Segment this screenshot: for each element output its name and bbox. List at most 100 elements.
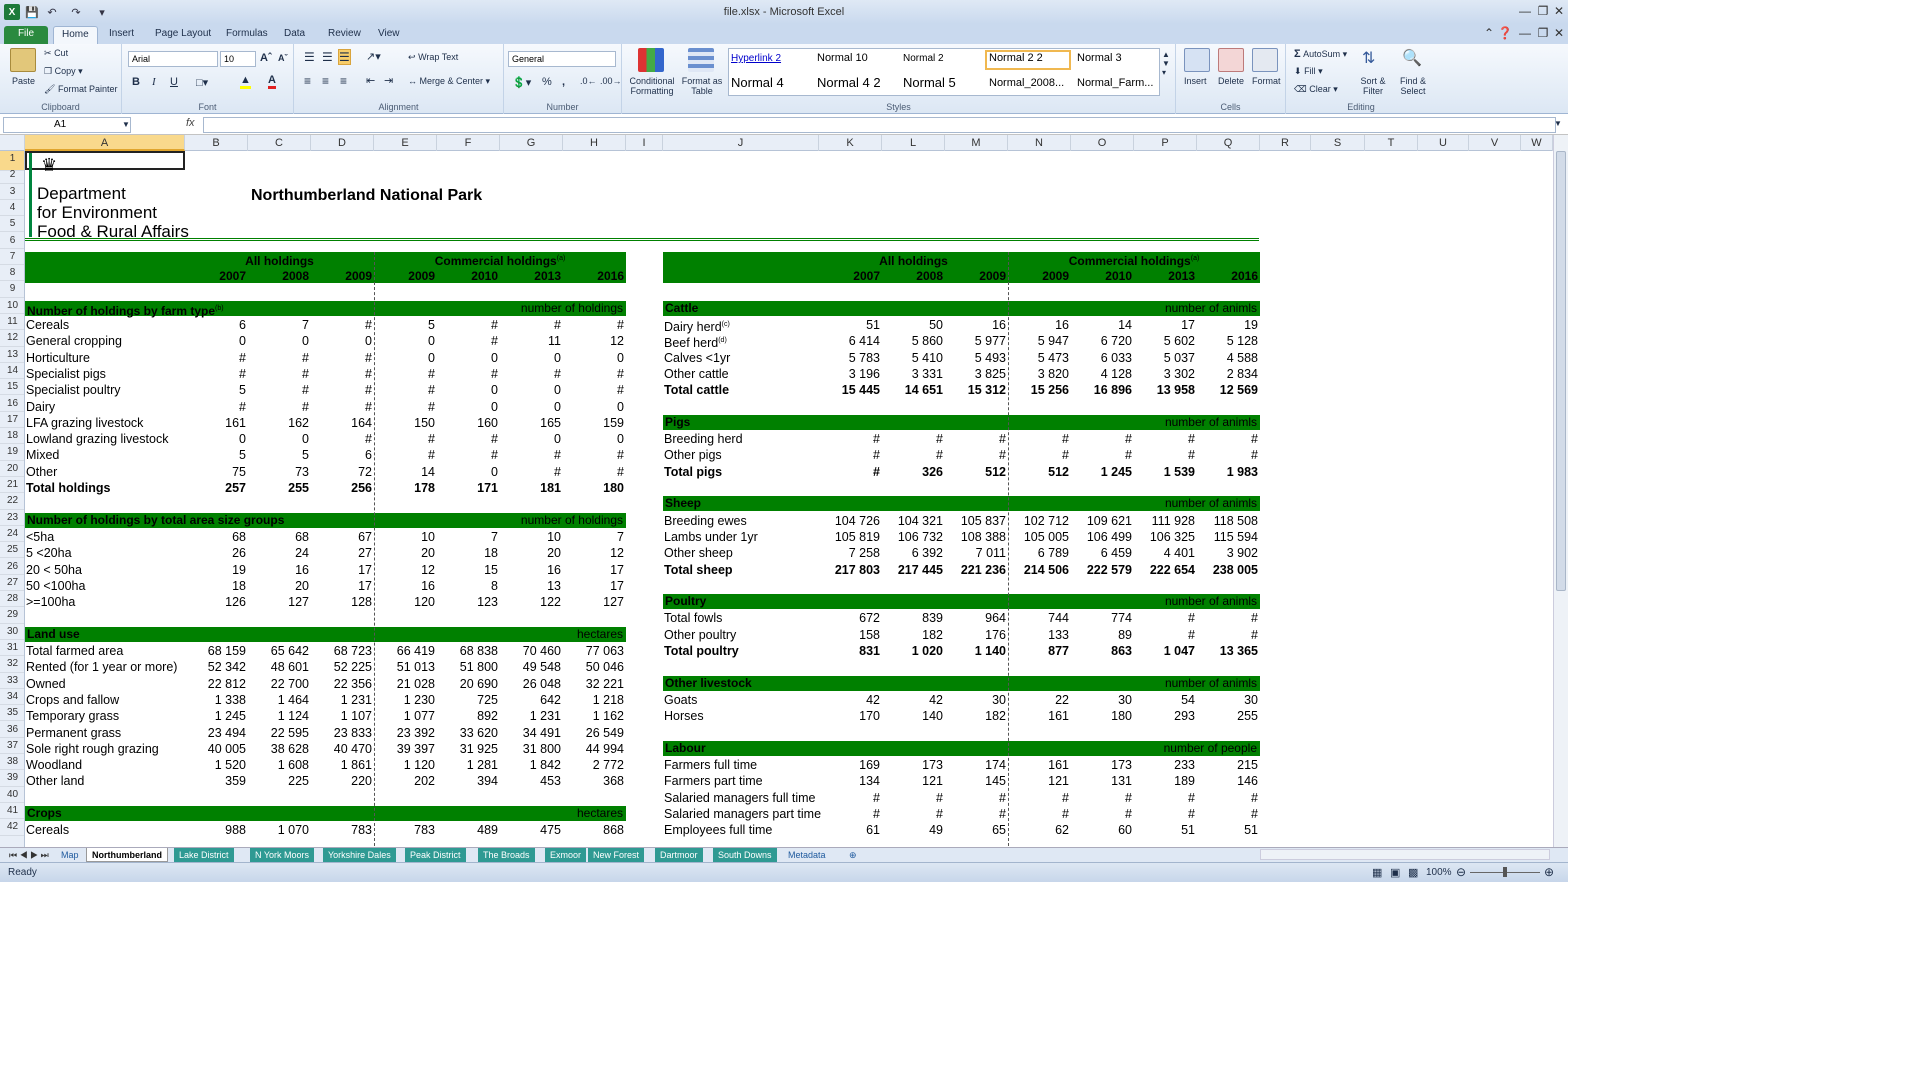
column-header-e[interactable]: E xyxy=(374,135,437,151)
zoom-in-icon[interactable]: ⊕ xyxy=(1544,865,1554,879)
table-cell[interactable]: 159 xyxy=(563,415,624,431)
table-cell[interactable]: # xyxy=(185,366,246,382)
table-cell[interactable]: # xyxy=(945,447,1006,463)
column-header-h[interactable]: H xyxy=(563,135,626,151)
table-cell[interactable]: 70 460 xyxy=(500,643,561,659)
sort-filter-icon[interactable]: ⇅ xyxy=(1362,48,1375,68)
table-cell[interactable]: 102 712 xyxy=(1008,513,1069,529)
table-cell[interactable]: 1 520 xyxy=(185,757,246,773)
table-cell[interactable]: 12 569 xyxy=(1197,382,1258,398)
row-header-13[interactable]: 13 xyxy=(0,347,24,363)
table-cell[interactable]: 255 xyxy=(1197,708,1258,724)
table-cell[interactable]: 68 838 xyxy=(437,643,498,659)
align-left-icon[interactable]: ≡ xyxy=(304,74,311,88)
table-cell[interactable]: 0 xyxy=(437,399,498,415)
table-cell[interactable]: 394 xyxy=(437,773,498,789)
row-header-14[interactable]: 14 xyxy=(0,363,24,380)
sheet-tab-exmoor[interactable]: Exmoor xyxy=(545,848,587,862)
insert-cells-icon[interactable] xyxy=(1184,48,1210,72)
paste-icon[interactable] xyxy=(10,48,36,72)
borders-icon[interactable]: □▾ xyxy=(196,76,208,89)
table-cell[interactable]: 30 xyxy=(945,692,1006,708)
row-header-8[interactable]: 8 xyxy=(0,265,24,282)
table-cell[interactable]: # xyxy=(1197,610,1258,626)
table-cell[interactable]: 14 651 xyxy=(882,382,943,398)
table-cell[interactable]: 128 xyxy=(311,594,372,610)
row-header-4[interactable]: 4 xyxy=(0,200,24,217)
table-cell[interactable]: # xyxy=(185,399,246,415)
table-cell[interactable]: 12 xyxy=(563,333,624,349)
table-cell[interactable]: 512 xyxy=(945,464,1006,480)
number-format-combo[interactable]: General xyxy=(508,51,616,67)
table-cell[interactable]: 40 005 xyxy=(185,741,246,757)
table-cell[interactable]: # xyxy=(437,431,498,447)
table-cell[interactable]: 51 xyxy=(1197,822,1258,838)
fill-button[interactable]: ⬇ Fill ▾ xyxy=(1294,66,1323,77)
fill-color-icon[interactable]: ▲ xyxy=(240,74,251,89)
table-cell[interactable]: 0 xyxy=(374,350,435,366)
table-cell[interactable]: 6 459 xyxy=(1071,545,1132,561)
wrap-text-button[interactable]: ↩ Wrap Text xyxy=(408,52,458,63)
column-header-i[interactable]: I xyxy=(626,135,663,151)
table-cell[interactable]: 217 445 xyxy=(882,562,943,578)
table-cell[interactable]: 3 825 xyxy=(945,366,1006,382)
row-header-24[interactable]: 24 xyxy=(0,526,24,543)
format-cells-button[interactable]: Format xyxy=(1252,76,1281,86)
style-normal-2008[interactable]: Normal_2008... xyxy=(989,77,1071,89)
table-cell[interactable]: # xyxy=(248,399,309,415)
tab-home[interactable]: Home xyxy=(53,26,98,44)
table-cell[interactable]: 51 013 xyxy=(374,659,435,675)
table-cell[interactable]: # xyxy=(945,790,1006,806)
table-cell[interactable]: # xyxy=(945,806,1006,822)
row-header-21[interactable]: 21 xyxy=(0,477,24,494)
table-cell[interactable]: 20 xyxy=(500,545,561,561)
table-cell[interactable]: 127 xyxy=(248,594,309,610)
table-cell[interactable]: 217 803 xyxy=(819,562,880,578)
table-cell[interactable]: 3 902 xyxy=(1197,545,1258,561)
row-header-39[interactable]: 39 xyxy=(0,770,24,787)
currency-icon[interactable]: 💲▾ xyxy=(512,76,531,89)
shrink-font-icon[interactable]: Aˇ xyxy=(278,53,288,63)
table-cell[interactable]: 1 230 xyxy=(374,692,435,708)
table-cell[interactable]: 22 812 xyxy=(185,676,246,692)
table-cell[interactable]: 26 048 xyxy=(500,676,561,692)
tab-formulas[interactable]: Formulas xyxy=(218,26,276,44)
table-cell[interactable]: 23 494 xyxy=(185,725,246,741)
table-cell[interactable]: 1 861 xyxy=(311,757,372,773)
table-cell[interactable]: 1 077 xyxy=(374,708,435,724)
table-cell[interactable]: # xyxy=(1008,447,1069,463)
sheet-tab-metadata[interactable]: Metadata xyxy=(783,848,831,862)
table-cell[interactable]: 65 xyxy=(945,822,1006,838)
table-cell[interactable]: 16 xyxy=(945,317,1006,333)
table-cell[interactable]: 51 xyxy=(819,317,880,333)
table-cell[interactable]: 293 xyxy=(1134,708,1195,724)
table-cell[interactable]: 1 162 xyxy=(563,708,624,724)
table-cell[interactable]: # xyxy=(374,382,435,398)
table-cell[interactable]: 5 493 xyxy=(945,350,1006,366)
style-normal-3[interactable]: Normal 3 xyxy=(1077,52,1159,64)
table-cell[interactable]: 4 128 xyxy=(1071,366,1132,382)
table-cell[interactable]: 1 120 xyxy=(374,757,435,773)
table-cell[interactable]: 134 xyxy=(819,773,880,789)
underline-button[interactable]: U xyxy=(170,76,178,88)
table-cell[interactable]: 1 464 xyxy=(248,692,309,708)
row-header-11[interactable]: 11 xyxy=(0,314,24,331)
table-cell[interactable]: 453 xyxy=(500,773,561,789)
table-cell[interactable]: # xyxy=(1197,447,1258,463)
table-cell[interactable]: 326 xyxy=(882,464,943,480)
italic-button[interactable]: I xyxy=(152,76,156,88)
table-cell[interactable]: 34 491 xyxy=(500,725,561,741)
table-cell[interactable]: 21 028 xyxy=(374,676,435,692)
table-cell[interactable]: 642 xyxy=(500,692,561,708)
table-cell[interactable]: 2 834 xyxy=(1197,366,1258,382)
table-cell[interactable]: 1 983 xyxy=(1197,464,1258,480)
table-cell[interactable]: # xyxy=(248,366,309,382)
table-cell[interactable]: 233 xyxy=(1134,757,1195,773)
paste-button[interactable]: Paste xyxy=(12,76,35,86)
table-cell[interactable]: 0 xyxy=(185,431,246,447)
table-cell[interactable]: 38 628 xyxy=(248,741,309,757)
column-header-g[interactable]: G xyxy=(500,135,563,151)
table-cell[interactable]: 359 xyxy=(185,773,246,789)
table-cell[interactable]: 39 397 xyxy=(374,741,435,757)
table-cell[interactable]: # xyxy=(945,431,1006,447)
